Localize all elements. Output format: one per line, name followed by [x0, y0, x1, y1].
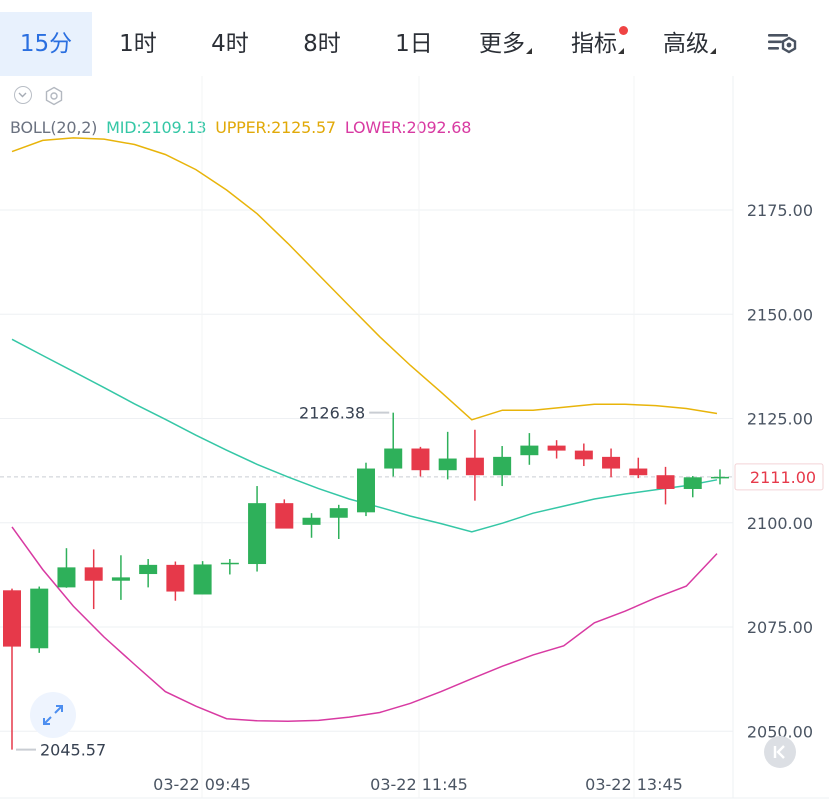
tab-more[interactable]: 更多	[464, 12, 540, 76]
current-price-label: 2111.00	[750, 468, 816, 487]
advanced-caret-icon	[710, 48, 716, 54]
candle-body	[465, 457, 484, 476]
candle	[57, 548, 76, 588]
tab-8h[interactable]: 8时	[276, 12, 368, 76]
candle	[384, 412, 403, 477]
back-to-latest-icon[interactable]	[764, 736, 796, 768]
candle-body	[602, 456, 621, 469]
candle-body	[302, 517, 321, 525]
candle-body	[356, 468, 375, 513]
tab-1d[interactable]: 1日	[368, 12, 460, 76]
candle	[411, 446, 430, 477]
candle	[656, 466, 675, 505]
candle	[329, 504, 348, 540]
candle-body	[629, 468, 648, 476]
candle	[3, 588, 21, 750]
tab-4h[interactable]: 4时	[184, 12, 276, 76]
candle-body	[411, 448, 430, 471]
candle	[547, 440, 566, 459]
candle	[493, 446, 512, 487]
candle	[275, 499, 294, 529]
more-caret-icon	[526, 48, 532, 54]
indicators-caret-icon	[618, 48, 624, 54]
candle	[166, 561, 185, 601]
tab-15min[interactable]: 15分	[0, 12, 92, 76]
candle	[111, 555, 130, 600]
candle	[520, 433, 539, 465]
candle-body	[3, 590, 21, 647]
candle	[30, 586, 49, 653]
boll-lower-line	[11, 526, 718, 722]
chart-settings-icon[interactable]	[762, 28, 802, 62]
candle-body	[493, 456, 512, 476]
boll-upper-line	[11, 137, 718, 421]
candle-body	[220, 562, 239, 565]
tab-indicators[interactable]: 指标	[556, 12, 632, 76]
candle	[683, 476, 702, 498]
candle-body	[166, 564, 185, 592]
y-tick-label: 2125.00	[747, 410, 813, 429]
candle-body	[329, 508, 348, 518]
candle-body	[111, 577, 130, 581]
candle	[438, 431, 457, 480]
candle	[193, 561, 212, 595]
expand-icon[interactable]	[30, 692, 76, 738]
candle-body	[520, 445, 539, 456]
candle-body	[57, 567, 76, 588]
candle	[139, 559, 158, 588]
candle-body	[547, 445, 566, 451]
candle-body	[30, 588, 49, 649]
candle	[574, 443, 593, 467]
notification-dot	[619, 26, 628, 35]
candle-body	[438, 458, 457, 471]
candle-body	[84, 567, 103, 581]
candle	[302, 513, 321, 538]
candle-body	[275, 503, 294, 529]
high-marker-label: 2126.38	[299, 404, 365, 423]
x-tick-label: 03-22 13:45	[585, 775, 683, 794]
candle-body	[384, 448, 403, 469]
candle	[84, 549, 103, 610]
candle	[710, 469, 729, 485]
candle-body	[656, 475, 675, 489]
candle-body	[139, 564, 158, 575]
tab-advanced[interactable]: 高级	[648, 12, 724, 76]
y-tick-label: 2075.00	[747, 618, 813, 637]
candle	[356, 462, 375, 517]
y-tick-label: 2100.00	[747, 514, 813, 533]
tab-1h[interactable]: 1时	[92, 12, 184, 76]
y-tick-label: 2150.00	[747, 305, 813, 324]
candle-body	[248, 503, 267, 565]
candle	[629, 457, 648, 479]
candle-body	[193, 564, 212, 595]
candle	[248, 486, 267, 572]
x-tick-label: 03-22 09:45	[153, 775, 251, 794]
candle-body	[683, 477, 702, 489]
candle	[602, 448, 621, 478]
y-tick-label: 2175.00	[747, 201, 813, 220]
timeframe-tab-bar: 15分 1时 4时 8时 1日 更多 指标 高级	[0, 0, 829, 76]
candle	[465, 429, 484, 501]
candle	[220, 559, 239, 575]
candlestick-chart[interactable]: 2126.38 2045.57 2175.00 2150.00 2125.00 2100…	[0, 76, 829, 812]
candle-body	[710, 476, 729, 479]
low-marker-label: 2045.57	[40, 741, 106, 760]
x-tick-label: 03-22 11:45	[370, 775, 468, 794]
candle-body	[574, 450, 593, 460]
